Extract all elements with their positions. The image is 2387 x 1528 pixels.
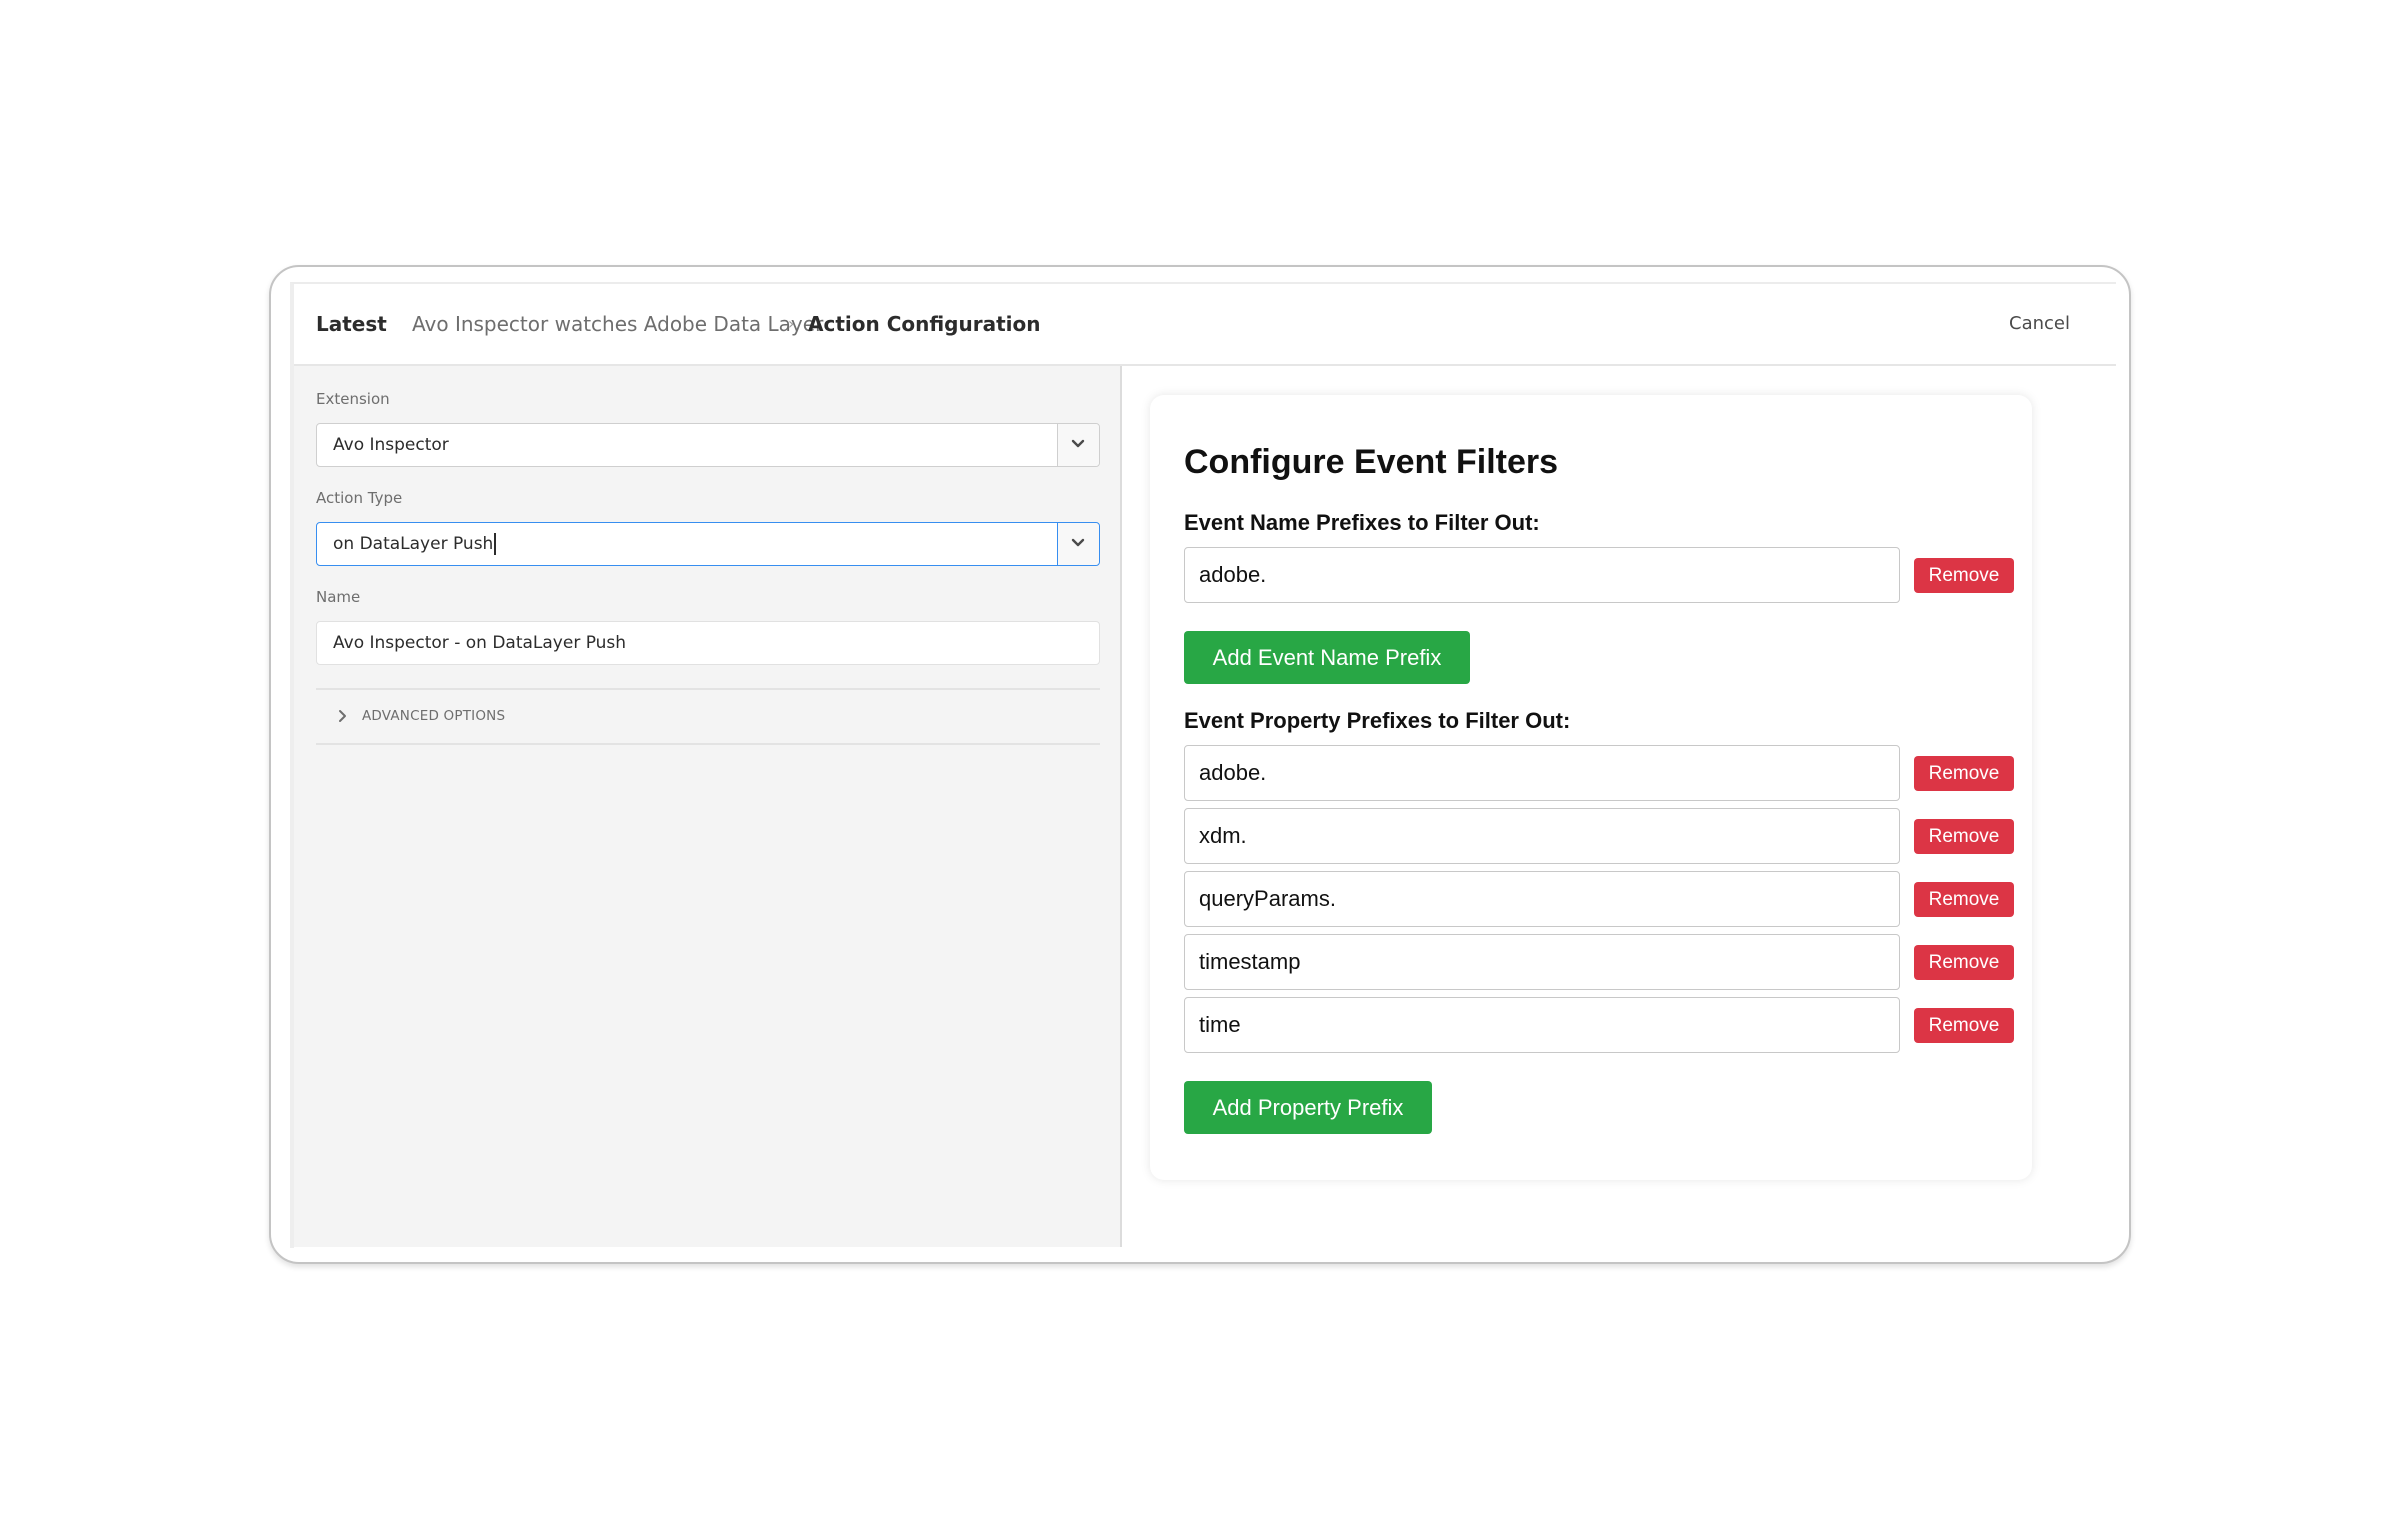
event-filters-card: Configure Event Filters Event Name Prefi… (1150, 395, 2032, 1180)
prefix-input[interactable]: adobe. (1184, 745, 1900, 801)
extension-value: Avo Inspector (333, 435, 449, 455)
event-name-prefixes-label: Event Name Prefixes to Filter Out: (1184, 510, 1540, 535)
action-type-value: on DataLayer Push (333, 523, 496, 565)
extension-select[interactable]: Avo Inspector (316, 423, 1100, 467)
advanced-options-toggle[interactable]: ADVANCED OPTIONS (316, 690, 1100, 742)
remove-button[interactable]: Remove (1914, 558, 2014, 593)
remove-button[interactable]: Remove (1914, 819, 2014, 854)
action-type-label: Action Type (316, 489, 403, 507)
event-property-prefix-row: xdm. Remove (1184, 808, 2014, 864)
prefix-input[interactable]: time (1184, 997, 1900, 1053)
action-type-select[interactable]: on DataLayer Push (316, 522, 1100, 566)
text-cursor (494, 533, 496, 555)
advanced-options-label: ADVANCED OPTIONS (362, 708, 506, 724)
card-title: Configure Event Filters (1184, 443, 1559, 481)
prefix-input[interactable]: queryParams. (1184, 871, 1900, 927)
top-bar: Latest Avo Inspector watches Adobe Data … (294, 284, 2116, 366)
breadcrumb-current: Action Configuration (808, 312, 1041, 336)
add-property-prefix-button[interactable]: Add Property Prefix (1184, 1081, 1432, 1134)
event-property-prefix-row: timestamp Remove (1184, 934, 2014, 990)
prefix-input[interactable]: timestamp (1184, 934, 1900, 990)
remove-button[interactable]: Remove (1914, 1008, 2014, 1043)
chevron-down-icon (1071, 439, 1085, 448)
event-property-prefix-row: adobe. Remove (1184, 745, 2014, 801)
event-property-prefixes-label: Event Property Prefixes to Filter Out: (1184, 708, 1571, 733)
divider (316, 743, 1100, 745)
prefix-input[interactable]: adobe. (1184, 547, 1900, 603)
add-event-name-prefix-button[interactable]: Add Event Name Prefix (1184, 631, 1470, 684)
chevron-right-icon (339, 710, 346, 722)
extension-dropdown-button[interactable] (1057, 424, 1099, 466)
action-type-text: on DataLayer Push (333, 534, 494, 554)
name-value: Avo Inspector - on DataLayer Push (333, 633, 627, 653)
breadcrumb-parent[interactable]: Avo Inspector watches Adobe Data Layer (412, 284, 823, 364)
prefix-input[interactable]: xdm. (1184, 808, 1900, 864)
remove-button[interactable]: Remove (1914, 882, 2014, 917)
breadcrumb-latest[interactable]: Latest (316, 284, 387, 364)
name-input[interactable]: Avo Inspector - on DataLayer Push (316, 621, 1100, 665)
remove-button[interactable]: Remove (1914, 756, 2014, 791)
action-config-form: Extension Avo Inspector Action Type on D… (294, 366, 1122, 1247)
breadcrumb-chevron-icon: › (788, 314, 795, 333)
chevron-down-icon (1071, 538, 1085, 547)
extension-label: Extension (316, 390, 390, 408)
action-type-dropdown-button[interactable] (1057, 523, 1099, 565)
event-property-prefix-row: time Remove (1184, 997, 2014, 1053)
cancel-button[interactable]: Cancel (2009, 284, 2070, 364)
event-property-prefix-row: queryParams. Remove (1184, 871, 2014, 927)
event-name-prefix-row: adobe. Remove (1184, 547, 2014, 603)
name-label: Name (316, 588, 361, 606)
remove-button[interactable]: Remove (1914, 945, 2014, 980)
